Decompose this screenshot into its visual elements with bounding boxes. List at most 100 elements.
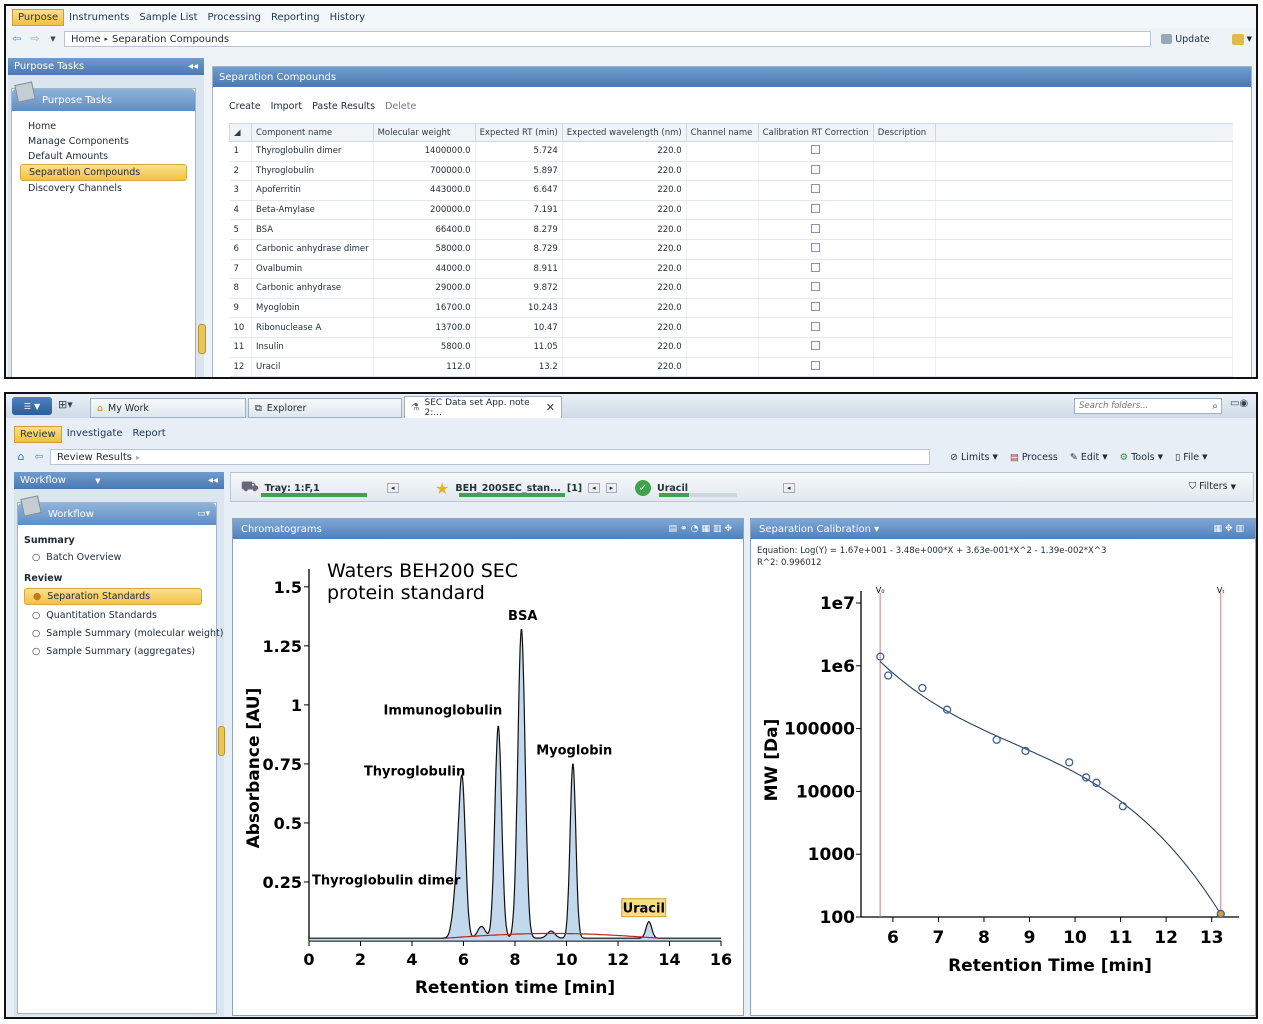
next-icon[interactable]: ▸ <box>605 483 618 493</box>
table-row[interactable]: 11 Insulin 5800.0 11.05 220.0 <box>229 337 1234 358</box>
chromatogram-chart[interactable]: 0 2 4 6 8 10 12 14 16 0.25 0.5 0.75 1 1.25 1.5 Retentio… <box>233 539 743 1015</box>
cell-calibration-rt-correction[interactable] <box>758 239 874 260</box>
column-expected-wavelength[interactable]: Expected wavelength (nm) <box>561 123 687 142</box>
cell-molecular-weight[interactable]: 112.0 <box>373 357 476 377</box>
calibration-checkbox[interactable] <box>811 360 821 370</box>
cell-expected-wavelength[interactable]: 220.0 <box>562 161 687 182</box>
table-row[interactable]: 10 Ribonuclease A 13700.0 10.47 220.0 <box>229 317 1234 338</box>
column-molecular-weight[interactable]: Molecular weight <box>372 123 476 142</box>
nav-separation-compounds[interactable]: Separation Compounds <box>20 164 187 181</box>
calibration-checkbox[interactable] <box>811 223 821 233</box>
app-menu-button[interactable]: ☰ ▼ <box>12 397 52 415</box>
calibration-checkbox[interactable] <box>811 341 821 351</box>
cell-calibration-rt-correction[interactable] <box>758 317 874 338</box>
create-button[interactable]: Create <box>229 101 261 112</box>
cell-expected-wavelength[interactable]: 220.0 <box>562 219 687 240</box>
cell-description[interactable] <box>873 298 936 319</box>
nav-default-amounts[interactable]: Default Amounts <box>20 149 195 164</box>
limits-button[interactable]: ⊘ Limits ▼ <box>950 452 998 463</box>
cell-description[interactable] <box>873 278 936 299</box>
cell-channel-name[interactable] <box>686 200 759 221</box>
row-number[interactable]: 3 <box>229 180 252 201</box>
cell-calibration-rt-correction[interactable] <box>758 200 874 221</box>
file-button[interactable]: ▯ File ▼ <box>1175 452 1208 463</box>
column-description[interactable]: Description <box>872 123 936 142</box>
cell-molecular-weight[interactable]: 443000.0 <box>373 180 476 201</box>
forward-arrow-icon[interactable]: ⇨ <box>28 33 42 45</box>
cell-calibration-rt-correction[interactable] <box>758 219 874 240</box>
layout-menu-button[interactable]: ▼ <box>1231 33 1252 45</box>
cell-component-name[interactable]: Ovalbumin <box>251 259 374 280</box>
update-button[interactable]: Update <box>1161 34 1210 45</box>
cell-calibration-rt-correction[interactable] <box>758 357 874 377</box>
cell-expected-rt[interactable]: 5.897 <box>475 161 563 182</box>
nav-manage-components[interactable]: Manage Components <box>20 134 195 149</box>
row-number[interactable]: 5 <box>229 219 252 240</box>
prev-icon[interactable]: ◂ <box>588 483 600 493</box>
search-input[interactable] <box>1079 401 1199 411</box>
workflow-title-wrap[interactable]: Workflow ▼ <box>20 475 101 486</box>
calibration-checkbox[interactable] <box>811 262 821 272</box>
tab-sample-list[interactable]: Sample List <box>134 10 202 25</box>
cell-expected-rt[interactable]: 8.729 <box>475 239 563 260</box>
cell-channel-name[interactable] <box>686 278 759 299</box>
nav-batch-overview[interactable]: ○ Batch Overview <box>24 550 210 565</box>
cell-description[interactable] <box>873 239 936 260</box>
cell-channel-name[interactable] <box>686 180 759 201</box>
component-selector[interactable]: ✓ Uracil ◂ <box>629 473 825 503</box>
table-row[interactable]: 12 Uracil 112.0 13.2 220.0 <box>229 357 1234 377</box>
cell-expected-rt[interactable]: 9.872 <box>475 278 563 299</box>
row-selector-header[interactable]: ◢ <box>229 123 252 142</box>
cell-expected-wavelength[interactable]: 220.0 <box>562 317 687 338</box>
cell-expected-wavelength[interactable]: 220.0 <box>562 357 687 377</box>
tab-investigate[interactable]: Investigate <box>62 426 128 443</box>
delete-button[interactable]: Delete <box>385 101 416 112</box>
cell-description[interactable] <box>873 200 936 221</box>
tools-button[interactable]: ⚙ Tools ▼ <box>1120 452 1163 463</box>
cell-description[interactable] <box>873 317 936 338</box>
tab-sec-data-set[interactable]: ⚗ SEC Data set App. note 2:... ✕ <box>404 396 562 418</box>
table-row[interactable]: 9 Myoglobin 16700.0 10.243 220.0 <box>229 298 1234 319</box>
cell-component-name[interactable]: Ribonuclease A <box>251 317 374 338</box>
row-number[interactable]: 1 <box>229 141 252 162</box>
cell-component-name[interactable]: Carbonic anhydrase dimer <box>251 239 374 260</box>
splitter-handle[interactable] <box>198 324 206 354</box>
nav-sample-summary-mw[interactable]: ○ Sample Summary (molecular weight) <box>24 626 224 641</box>
tab-history[interactable]: History <box>325 10 371 25</box>
calibration-title[interactable]: Separation Calibration ▾ <box>759 524 879 535</box>
cell-channel-name[interactable] <box>686 357 759 377</box>
review-breadcrumb[interactable]: Review Results ▸ <box>50 449 930 465</box>
calibration-checkbox[interactable] <box>811 302 821 312</box>
cell-channel-name[interactable] <box>686 239 759 260</box>
cell-molecular-weight[interactable]: 58000.0 <box>373 239 476 260</box>
row-number[interactable]: 6 <box>229 239 252 260</box>
calibration-checkbox[interactable] <box>811 204 821 214</box>
cell-component-name[interactable]: Beta-Amylase <box>251 200 374 221</box>
column-channel-name[interactable]: Channel name <box>685 123 759 142</box>
row-number[interactable]: 9 <box>229 298 252 319</box>
row-number[interactable]: 4 <box>229 200 252 221</box>
calibration-checkbox[interactable] <box>811 145 821 155</box>
filters-button[interactable]: ⛉ Filters ▼ <box>1189 481 1236 492</box>
cell-molecular-weight[interactable]: 66400.0 <box>373 219 476 240</box>
paste-results-button[interactable]: Paste Results <box>312 101 375 112</box>
cell-molecular-weight[interactable]: 29000.0 <box>373 278 476 299</box>
breadcrumb-home[interactable]: Home <box>71 34 101 45</box>
tray-selector[interactable]: ⛟ Tray: 1:F,1 ◂ <box>235 473 425 503</box>
cell-channel-name[interactable] <box>686 298 759 319</box>
cell-expected-wavelength[interactable]: 220.0 <box>562 298 687 319</box>
tab-reporting[interactable]: Reporting <box>266 10 325 25</box>
cell-expected-rt[interactable]: 10.47 <box>475 317 563 338</box>
table-row[interactable]: 2 Thyroglobulin 700000.0 5.897 220.0 <box>229 161 1234 182</box>
column-calibration-rt-correction[interactable]: Calibration RT Correction <box>757 123 874 142</box>
cell-expected-rt[interactable]: 8.911 <box>475 259 563 280</box>
chart-tool-icons[interactable]: ▤⚭◔▦▥✥ <box>669 524 735 534</box>
table-row[interactable]: 6 Carbonic anhydrase dimer 58000.0 8.729 220… <box>229 239 1234 260</box>
cell-expected-wavelength[interactable]: 220.0 <box>562 200 687 221</box>
table-row[interactable]: 4 Beta-Amylase 200000.0 7.191 220.0 <box>229 200 1234 221</box>
cell-expected-rt[interactable]: 11.05 <box>475 337 563 358</box>
history-dropdown-icon[interactable]: ▼ <box>46 33 60 45</box>
calibration-tool-icons[interactable]: ▦✥▥ <box>1213 524 1247 534</box>
collapse-icon[interactable]: ◂◂ <box>208 475 218 486</box>
close-icon[interactable]: ✕ <box>546 401 555 414</box>
